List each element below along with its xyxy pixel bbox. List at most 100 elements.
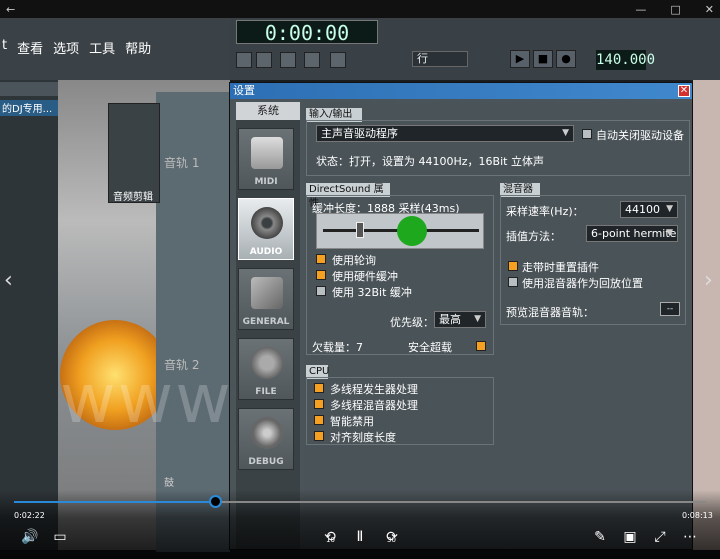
prev-video-arrow[interactable]: ‹	[4, 268, 13, 293]
auto-close-label: 自动关闭驱动设备	[596, 129, 684, 142]
snap-select[interactable]: 行	[412, 51, 468, 67]
nav-system-tab[interactable]: 系统	[236, 102, 300, 120]
sample-rate-label: 采样速率(Hz)：	[506, 205, 584, 218]
driver-value: 主声音驱动程序	[321, 127, 398, 140]
plugin-label: 音频剪辑	[113, 192, 153, 203]
forward-seconds: 30	[387, 536, 396, 544]
smart-disable-label: 智能禁用	[330, 415, 374, 428]
general-icon	[251, 277, 283, 309]
transport-controls: ▶ ■ ●	[510, 50, 576, 68]
close-window-button[interactable]: ✕	[705, 3, 714, 16]
smart-disable-checkbox[interactable]	[314, 415, 324, 425]
stop-button[interactable]: ■	[533, 50, 553, 68]
driver-select[interactable]: 主声音驱动程序 ▼	[316, 125, 574, 142]
chevron-down-icon: ▼	[666, 204, 673, 214]
volume-icon[interactable]: 🔊	[20, 527, 40, 547]
bug-icon	[251, 417, 283, 449]
play-button[interactable]: ▶	[510, 50, 530, 68]
minimize-button[interactable]: —	[635, 3, 646, 16]
song-position-display: 0:00:00	[236, 20, 378, 45]
subtitles-icon[interactable]: ▭	[50, 527, 70, 547]
use-32bit-checkbox[interactable]	[316, 286, 326, 296]
fl-menu-area: t 查看 选项 工具 帮助	[0, 18, 230, 80]
use-polling-checkbox[interactable]	[316, 254, 326, 264]
preview-track-button[interactable]: --	[660, 302, 680, 316]
more-options-icon[interactable]: ⋯	[680, 527, 700, 547]
use-32bit-label: 使用 32Bit 缓冲	[332, 286, 412, 299]
disc-icon	[251, 347, 283, 379]
pen-icon[interactable]: ✎	[590, 527, 610, 547]
menu-edit-partial[interactable]: t	[2, 38, 7, 56]
dialog-close-button[interactable]: ✕	[678, 85, 690, 97]
sample-rate-select[interactable]: 44100 ▼	[620, 201, 678, 218]
back-button[interactable]: ←	[6, 3, 15, 16]
fl-menu-bar: t 查看 选项 工具 帮助	[0, 38, 151, 57]
menu-help[interactable]: 帮助	[125, 38, 151, 57]
track-1-label: 音轨 1	[164, 156, 200, 170]
use-polling-label: 使用轮询	[332, 254, 376, 267]
pattern-item-drum[interactable]: 鼓	[164, 474, 174, 489]
pause-button[interactable]: Ⅱ	[350, 527, 370, 547]
safe-overload-checkbox[interactable]	[476, 341, 486, 351]
nav-file[interactable]: FILE	[238, 338, 294, 400]
priority-value: 最高	[439, 313, 461, 326]
next-video-arrow[interactable]: ›	[704, 268, 713, 293]
nav-audio[interactable]: AUDIO	[238, 198, 294, 260]
wait-icon[interactable]	[280, 52, 296, 68]
menu-options[interactable]: 选项	[53, 38, 79, 57]
interp-select[interactable]: 6-point hermite ▼	[586, 225, 678, 242]
preview-track-label: 预览混音器音轨：	[506, 306, 594, 319]
menu-view[interactable]: 查看	[17, 38, 43, 57]
sample-rate-value: 44100	[625, 203, 660, 216]
tempo-display[interactable]: 140.000	[596, 50, 655, 70]
record-button[interactable]: ●	[556, 50, 576, 68]
use-mixer-pos-label: 使用混音器作为回放位置	[522, 277, 643, 290]
plugin-window: 音频剪辑	[108, 103, 160, 203]
browser-selected-item[interactable]: 的DJ专用...	[0, 100, 58, 116]
settings-content: 输入/输出 主声音驱动程序 ▼ 自动关闭驱动设备 状态：打开，设置为 44100…	[304, 102, 692, 549]
browser-tab[interactable]	[0, 82, 58, 96]
reset-plugins-label: 走带时重置插件	[522, 261, 599, 274]
auto-close-checkbox[interactable]	[582, 129, 592, 139]
reset-plugins-checkbox[interactable]	[508, 261, 518, 271]
status-text: 状态：打开，设置为 44100Hz，16Bit 立体声	[316, 155, 544, 168]
speaker-icon	[251, 207, 283, 239]
chevron-down-icon: ▼	[562, 128, 569, 138]
tool-icon[interactable]	[256, 52, 272, 68]
nav-general[interactable]: GENERAL	[238, 268, 294, 330]
multi-mix-checkbox[interactable]	[314, 399, 324, 409]
priority-label: 优先级：	[390, 316, 434, 329]
nav-debug[interactable]: DEBUG	[238, 408, 294, 470]
multi-mix-label: 多线程混音器处理	[330, 399, 418, 412]
multi-gen-checkbox[interactable]	[314, 383, 324, 393]
interp-value: 6-point hermite	[591, 227, 677, 240]
use-hw-buffer-checkbox[interactable]	[316, 270, 326, 280]
rewind-seconds: 10	[326, 536, 335, 544]
maximize-button[interactable]: □	[670, 3, 680, 16]
nav-midi[interactable]: MIDI	[238, 128, 294, 190]
settings-dialog: 设置 ✕ 系统 MIDI AUDIO GENERAL FILE DEBUG 输入…	[229, 82, 693, 550]
window-titlebar: ← — □ ✕	[0, 0, 720, 18]
underruns-label: 欠载量：7	[312, 341, 363, 354]
total-time: 0:08:13	[682, 511, 713, 520]
record-icon[interactable]	[330, 52, 346, 68]
progress-fill	[14, 501, 215, 503]
current-time: 0:02:22	[14, 511, 45, 520]
menu-tools[interactable]: 工具	[89, 38, 115, 57]
use-mixer-pos-checkbox[interactable]	[508, 277, 518, 287]
cast-icon[interactable]: ▣	[620, 527, 640, 547]
fullscreen-icon[interactable]: ⤢	[650, 527, 670, 547]
progress-knob[interactable]	[208, 495, 222, 508]
piano-icon	[251, 137, 283, 169]
progress-bar[interactable]	[14, 495, 706, 508]
slider-thumb[interactable]	[355, 222, 364, 238]
snap-icon[interactable]	[236, 52, 252, 68]
pointer-highlight	[397, 216, 427, 246]
metronome-icon[interactable]	[304, 52, 320, 68]
align-tick-label: 对齐刻度长度	[330, 431, 396, 444]
dialog-title: 设置	[230, 83, 692, 99]
align-tick-checkbox[interactable]	[314, 431, 324, 441]
priority-select[interactable]: 最高 ▼	[434, 311, 486, 328]
browser-panel: 的DJ专用...	[0, 80, 58, 550]
multi-gen-label: 多线程发生器处理	[330, 383, 418, 396]
